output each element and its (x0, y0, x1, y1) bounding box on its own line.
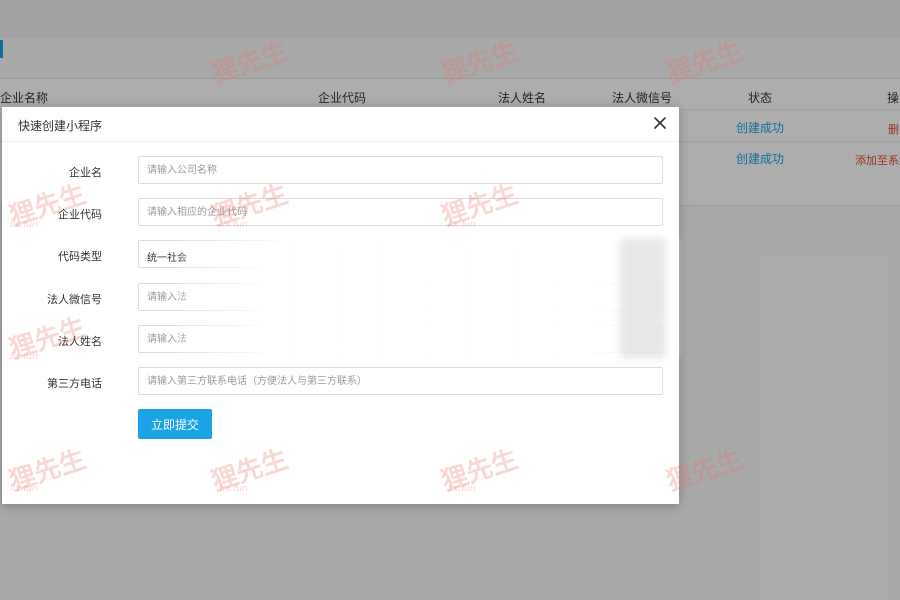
legal-wechat-label: 法人微信号 (47, 293, 102, 306)
company-name-row: 企业名 (2, 156, 679, 186)
submit-button[interactable]: 立即提交 (138, 409, 212, 439)
company-code-input[interactable] (138, 198, 663, 226)
code-type-label: 代码类型 (58, 250, 102, 263)
dialog-title: 快速创建小程序 (18, 119, 103, 133)
legal-name-label: 法人姓名 (58, 335, 102, 348)
third-party-phone-input[interactable] (138, 367, 663, 395)
company-name-label: 企业名 (69, 166, 102, 179)
dialog-header: 快速创建小程序 (2, 107, 679, 142)
company-code-label: 企业代码 (58, 208, 102, 221)
close-icon[interactable] (652, 115, 668, 131)
company-code-row: 企业代码 (2, 198, 679, 228)
third-party-phone-label: 第三方电话 (47, 377, 102, 390)
blurred-redaction-band (620, 238, 666, 358)
blurred-redaction (178, 238, 678, 358)
third-party-phone-row: 第三方电话 (2, 367, 679, 397)
company-name-input[interactable] (138, 156, 663, 184)
